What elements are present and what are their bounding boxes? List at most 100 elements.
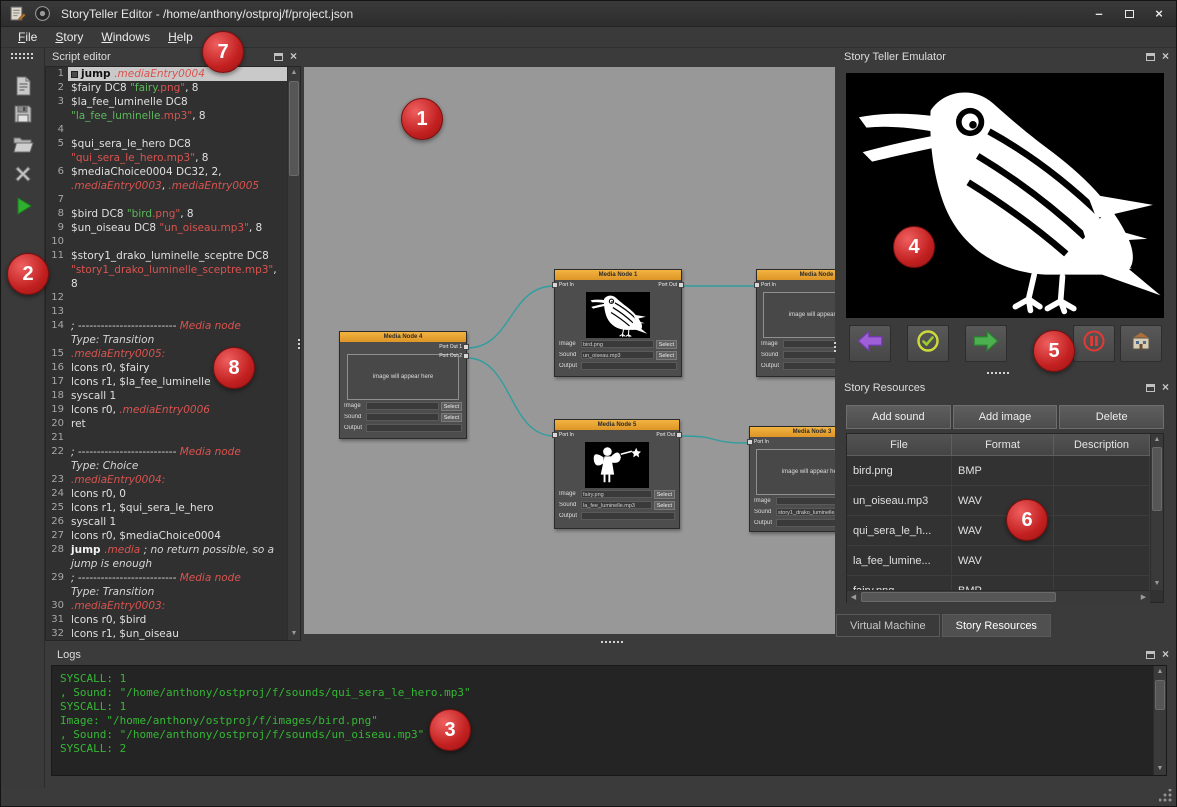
splitter-handle[interactable]: [834, 342, 836, 344]
node-port[interactable]: Port Out 1: [439, 344, 462, 350]
close-button[interactable]: ×: [1146, 5, 1172, 23]
scroll-down-arrow[interactable]: ▼: [1154, 763, 1166, 775]
save-button[interactable]: [9, 102, 37, 130]
script-row[interactable]: 12: [46, 291, 300, 305]
script-row[interactable]: 8: [46, 277, 300, 291]
scroll-up-arrow[interactable]: ▲: [288, 67, 300, 79]
media-node[interactable]: Media Node 2Port Inimage will appear her…: [756, 269, 835, 377]
script-row[interactable]: .mediaEntry0003, .mediaEntry0005: [46, 179, 300, 193]
splitter-handle[interactable]: [987, 372, 989, 374]
script-row[interactable]: 27lcons r0, $mediaChoice0004: [46, 529, 300, 543]
script-row[interactable]: 22; -------------------------- Media nod…: [46, 445, 300, 459]
node-port[interactable]: Port In: [559, 282, 574, 288]
media-node[interactable]: Media Node 5Port InPort OutImagefairy.pn…: [554, 419, 680, 529]
script-editor-header[interactable]: Script editor ×: [45, 48, 301, 66]
script-row[interactable]: 28jump .media ; no return possible, so a: [46, 543, 300, 557]
table-vertical-scrollbar[interactable]: ▲ ▼: [1150, 434, 1163, 590]
float-panel-icon[interactable]: [1146, 651, 1155, 659]
home-button[interactable]: [1120, 325, 1162, 362]
resize-grip[interactable]: [1159, 789, 1173, 803]
maximize-button[interactable]: [1116, 5, 1142, 23]
script-row[interactable]: 2$fairy DC8 "fairy.png", 8: [46, 81, 300, 95]
resources-header[interactable]: Story Resources ×: [837, 379, 1173, 397]
scroll-thumb[interactable]: [1152, 447, 1162, 511]
resource-row[interactable]: la_fee_lumine...WAV: [847, 546, 1150, 576]
script-row[interactable]: 10: [46, 235, 300, 249]
node-port[interactable]: Port In: [761, 282, 776, 288]
logs-header[interactable]: Logs ×: [45, 646, 1173, 664]
script-row[interactable]: "la_fee_luminelle.mp3", 8: [46, 109, 300, 123]
select-button[interactable]: Select: [441, 402, 462, 411]
minimize-button[interactable]: –: [1086, 5, 1112, 23]
tab-virtual-machine[interactable]: Virtual Machine: [836, 614, 940, 637]
splitter-handle[interactable]: [298, 339, 300, 341]
script-row[interactable]: 32lcons r1, $un_oiseau: [46, 627, 300, 641]
emulator-header[interactable]: Story Teller Emulator ×: [837, 48, 1173, 66]
close-panel-icon[interactable]: ×: [1162, 650, 1169, 659]
node-port[interactable]: Port Out: [658, 282, 677, 288]
forward-button[interactable]: [965, 325, 1007, 362]
script-row[interactable]: 1jump .mediaEntry0004: [46, 67, 300, 81]
back-button[interactable]: [849, 325, 891, 362]
close-panel-icon[interactable]: ×: [1162, 383, 1169, 392]
script-row[interactable]: 7: [46, 193, 300, 207]
script-row[interactable]: 14; -------------------------- Media nod…: [46, 319, 300, 333]
media-node[interactable]: Media Node 3Port Inimage will appear her…: [749, 426, 835, 532]
open-button[interactable]: [9, 132, 37, 160]
close-panel-icon[interactable]: ×: [1162, 52, 1169, 61]
pause-button[interactable]: [1073, 325, 1115, 362]
column-header-format[interactable]: Format: [952, 434, 1054, 455]
script-row[interactable]: "story1_drako_luminelle_sceptre.mp3",: [46, 263, 300, 277]
script-row[interactable]: "qui_sera_le_hero.mp3", 8: [46, 151, 300, 165]
script-row[interactable]: 11$story1_drako_luminelle_sceptre DC8: [46, 249, 300, 263]
scroll-left-arrow[interactable]: ◀: [847, 591, 860, 604]
script-row[interactable]: 4: [46, 123, 300, 137]
splitter-handle[interactable]: [601, 641, 603, 643]
menu-item-windows[interactable]: Windows: [92, 28, 159, 46]
script-row[interactable]: 21: [46, 431, 300, 445]
float-panel-icon[interactable]: [274, 53, 283, 61]
column-header-file[interactable]: File: [847, 434, 952, 455]
tab-story-resources[interactable]: Story Resources: [942, 614, 1051, 637]
node-port[interactable]: Port Out: [656, 432, 675, 438]
script-scrollbar[interactable]: ▲ ▼: [287, 67, 300, 640]
node-port[interactable]: Port Out 2: [439, 353, 462, 359]
script-row[interactable]: Type: Choice: [46, 459, 300, 473]
scroll-up-arrow[interactable]: ▲: [1151, 434, 1163, 446]
menu-item-help[interactable]: Help: [159, 28, 202, 46]
toolbar-drag-handle[interactable]: [11, 57, 13, 59]
toolbar-drag-handle[interactable]: [11, 53, 13, 55]
scroll-thumb[interactable]: [1155, 680, 1165, 710]
script-row[interactable]: 19lcons r0, .mediaEntry0006: [46, 403, 300, 417]
script-row[interactable]: 3$la_fee_luminelle DC8: [46, 95, 300, 109]
script-row[interactable]: 23.mediaEntry0004:: [46, 473, 300, 487]
table-horizontal-scrollbar[interactable]: ◀ ▶: [847, 590, 1150, 604]
scroll-right-arrow[interactable]: ▶: [1137, 591, 1150, 604]
script-row[interactable]: 16lcons r0, $fairy: [46, 361, 300, 375]
resource-row[interactable]: qui_sera_le_h...WAV: [847, 516, 1150, 546]
script-row[interactable]: jump is enough: [46, 557, 300, 571]
menu-item-story[interactable]: Story: [46, 28, 92, 46]
script-row[interactable]: 25lcons r1, $qui_sera_le_hero: [46, 501, 300, 515]
resource-row[interactable]: bird.pngBMP: [847, 456, 1150, 486]
resource-row[interactable]: un_oiseau.mp3WAV: [847, 486, 1150, 516]
add-image-button[interactable]: Add image: [953, 405, 1058, 429]
float-panel-icon[interactable]: [1146, 53, 1155, 61]
script-row[interactable]: 13: [46, 305, 300, 319]
script-row[interactable]: Type: Transition: [46, 585, 300, 599]
menu-item-file[interactable]: File: [9, 28, 46, 46]
script-row[interactable]: 26syscall 1: [46, 515, 300, 529]
script-row[interactable]: 18syscall 1: [46, 389, 300, 403]
logs-scrollbar[interactable]: ▲ ▼: [1153, 666, 1166, 775]
script-row[interactable]: 6$mediaChoice0004 DC32, 2,: [46, 165, 300, 179]
script-row[interactable]: Type: Transition: [46, 333, 300, 347]
scroll-down-arrow[interactable]: ▼: [1151, 578, 1163, 590]
media-node[interactable]: Media Node 1Port InPort OutImagebird.png…: [554, 269, 682, 377]
run-button[interactable]: [9, 194, 37, 222]
select-button[interactable]: Select: [656, 340, 677, 349]
validate-button[interactable]: [907, 325, 949, 362]
scroll-thumb[interactable]: [861, 592, 1056, 602]
new-script-button[interactable]: [9, 74, 37, 102]
script-row[interactable]: 20ret: [46, 417, 300, 431]
select-button[interactable]: Select: [656, 351, 677, 360]
